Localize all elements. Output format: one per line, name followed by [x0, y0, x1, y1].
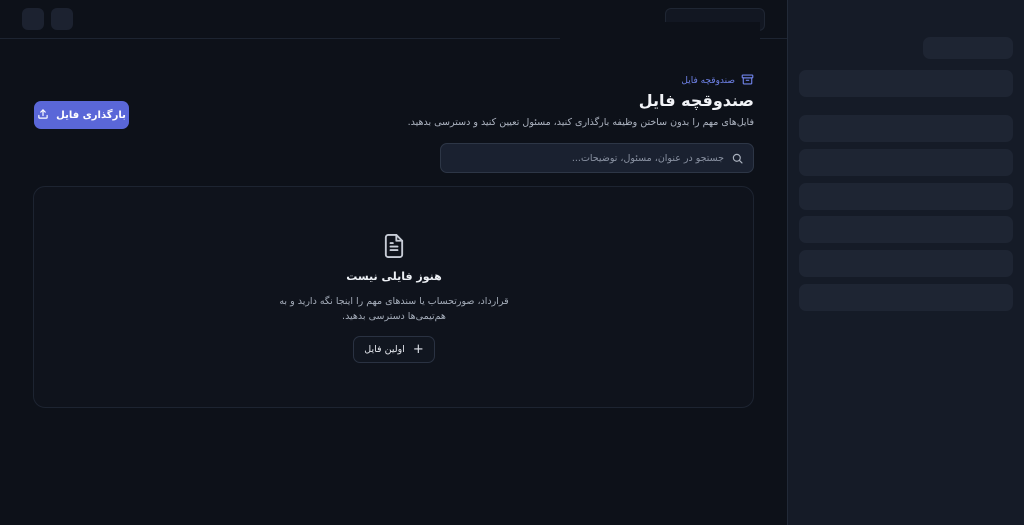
page-subtitle: فایل‌های مهم را بدون ساختن وظیفه بارگذار…	[407, 117, 754, 128]
sidebar-logo-skeleton	[923, 37, 1013, 59]
plus-icon: +	[412, 342, 424, 357]
upload-file-button[interactable]: بارگذاری فایل	[34, 101, 129, 129]
empty-state-title: هنوز فایلی نیست	[346, 270, 442, 283]
sidebar-item-skeleton	[799, 115, 1013, 142]
search-icon	[732, 149, 743, 168]
page-title: صندوقچه فایل	[638, 91, 754, 110]
topbar-button-skeleton[interactable]	[22, 8, 44, 30]
upload-icon	[37, 108, 49, 123]
topbar-overlay	[560, 22, 760, 42]
sidebar-item-skeleton	[799, 216, 1013, 243]
breadcrumb-label: صندوقچه فایل	[681, 76, 735, 86]
topbar-button-skeleton[interactable]	[51, 8, 73, 30]
upload-button-label: بارگذاری فایل	[56, 109, 126, 121]
sidebar-item-skeleton	[799, 70, 1013, 97]
sidebar-item-skeleton	[799, 183, 1013, 210]
sidebar-item-skeleton	[799, 149, 1013, 176]
add-first-file-label: اولین فایل	[364, 344, 405, 355]
search-input[interactable]	[451, 152, 724, 164]
app-root: صندوقچه فایل صندوقچه فایل فایل‌های مهم ر…	[0, 0, 1024, 525]
breadcrumb: صندوقچه فایل	[681, 73, 754, 89]
empty-state-description: قرارداد، صورتحساب یا سندهای مهم را اینجا…	[279, 296, 509, 322]
sidebar-item-skeleton	[799, 250, 1013, 277]
sidebar-item-skeleton	[799, 284, 1013, 311]
add-first-file-button[interactable]: + اولین فایل	[353, 336, 435, 363]
sidebar	[787, 0, 1024, 525]
archive-icon	[741, 73, 754, 89]
document-icon	[380, 232, 408, 260]
search-box[interactable]	[440, 143, 754, 173]
